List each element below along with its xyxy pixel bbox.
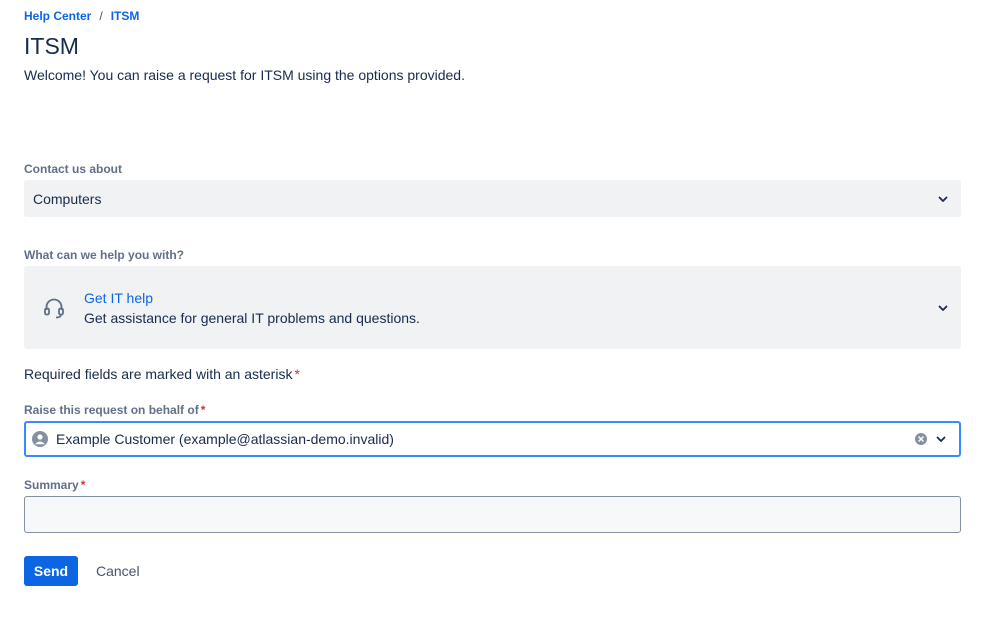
service-text: Get IT help Get assistance for general I… — [84, 290, 420, 326]
summary-label: Summary * — [24, 478, 85, 492]
required-asterisk: * — [294, 366, 300, 382]
summary-label-text: Summary — [24, 478, 79, 492]
breadcrumb-itsm[interactable]: ITSM — [111, 9, 140, 23]
service-title: Get IT help — [84, 289, 154, 306]
chevron-down-icon — [938, 196, 948, 202]
help-label: What can we help you with? — [24, 248, 185, 262]
breadcrumb: Help Center / ITSM — [24, 9, 139, 23]
cancel-button[interactable]: Cancel — [88, 556, 148, 586]
behalf-value: Example Customer (example@atlassian-demo… — [56, 431, 394, 447]
breadcrumb-help-center[interactable]: Help Center — [24, 9, 91, 23]
required-asterisk: * — [80, 478, 86, 492]
contact-us-select[interactable]: Computers — [24, 180, 961, 217]
request-type-select[interactable]: Get IT help Get assistance for general I… — [24, 266, 961, 349]
behalf-label-text: Raise this request on behalf of — [24, 403, 199, 417]
chevron-down-icon — [938, 305, 948, 311]
contact-us-value: Computers — [33, 190, 102, 207]
summary-input[interactable] — [24, 496, 961, 533]
clear-icon[interactable] — [915, 433, 927, 445]
send-button[interactable]: Send — [24, 556, 78, 586]
service-description: Get assistance for general IT problems a… — [84, 309, 420, 326]
page-title: ITSM — [24, 33, 79, 59]
welcome-message: Welcome! You can raise a request for ITS… — [24, 67, 465, 83]
breadcrumb-separator: / — [99, 9, 103, 23]
headset-icon — [44, 298, 64, 318]
avatar-icon — [32, 431, 48, 447]
chevron-down-icon[interactable] — [935, 433, 947, 445]
behalf-select[interactable]: Example Customer (example@atlassian-demo… — [24, 421, 961, 457]
contact-us-label: Contact us about — [24, 162, 122, 176]
required-fields-note: Required fields are marked with an aster… — [24, 366, 300, 382]
required-note-text: Required fields are marked with an aster… — [24, 366, 293, 382]
behalf-label: Raise this request on behalf of * — [24, 403, 205, 417]
required-asterisk: * — [200, 403, 206, 417]
